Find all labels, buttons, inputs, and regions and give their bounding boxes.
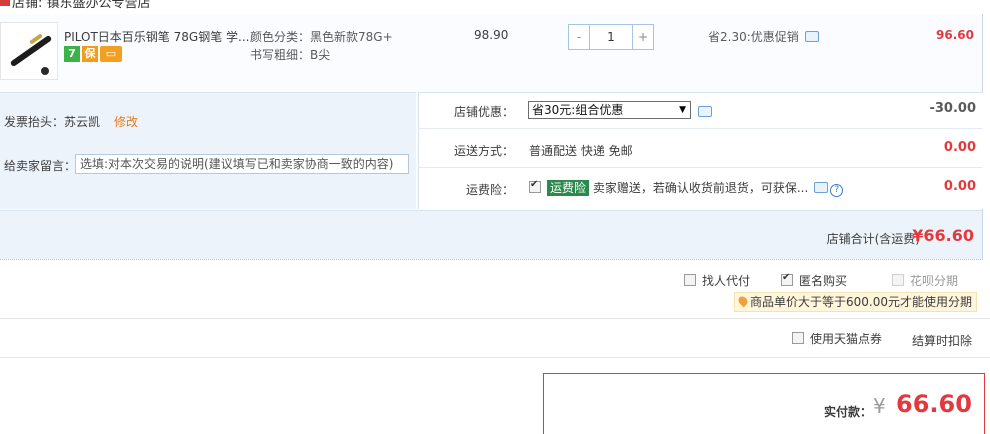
tmall-points-option[interactable]: 使用天猫点券 [792,330,882,347]
huabei-tip: 商品单价大于等于600.00元才能使用分期 [734,292,977,312]
dropdown-arrow-icon: ▼ [679,105,686,115]
payment-amount: 66.60 [896,390,972,418]
product-thumbnail[interactable] [0,22,58,80]
seller-message-input[interactable]: 选填:对本次交易的说明(建议填写已和卖家协商一致的内容) [75,154,409,174]
invoice-label: 发票抬头： [4,115,65,129]
insurance-desc: 卖家赠送，若确认收货前退货，可获保... [592,181,809,195]
insurance-tag: 运费险 [547,180,590,196]
section-divider [0,318,990,319]
chat-icon[interactable] [698,106,712,117]
qty-minus-button[interactable]: - [569,25,589,49]
payment-label: 实付款： [824,405,873,419]
shipping-amount: 0.00 [943,140,976,155]
huabei-option[interactable]: 花呗分期 [892,272,958,289]
tmall-points-checkbox[interactable] [792,332,804,344]
shipping-method: 普通配送 快递 免邮 [529,144,633,158]
help-icon[interactable]: ? [830,184,844,197]
shipping-label: 运送方式： [453,144,514,158]
ink-bottle-image [41,67,49,75]
huabei-tip-text: 商品单价大于等于600.00元才能使用分期 [750,295,972,309]
tmall-points-label: 使用天猫点券 [810,332,883,346]
shop-total-label: 店铺合计(含运费) [826,232,920,246]
chat-icon[interactable] [814,182,829,193]
guarantee-icon[interactable]: 保 [82,46,98,62]
insurance-checkbox[interactable] [529,179,541,193]
qty-input[interactable]: 1 [589,25,633,49]
credit-card-icon[interactable]: ▭ [100,46,122,62]
huabei-checkbox[interactable] [892,274,904,286]
shop-icon [0,0,10,6]
anonymous-option[interactable]: 匿名购买 [781,272,847,289]
product-title[interactable]: PILOT日本百乐钢笔 78G钢笔 学... [64,28,250,45]
unit-price: 98.90 [474,28,509,42]
message-label: 给卖家留言： [4,159,77,173]
row-divider [418,128,982,129]
service-badges: 7 保 ▭ [64,46,124,62]
insurance-amount: 0.00 [943,179,976,194]
proxy-pay-label: 找人代付 [702,274,751,288]
anonymous-checkbox[interactable] [781,272,793,286]
currency-symbol: ¥ [873,394,886,418]
invoice-name: 苏云凯 [64,115,101,129]
shop-discount-select[interactable]: 省30元:组合优惠 ▼ [528,101,691,119]
proxy-pay-option[interactable]: 找人代付 [684,272,750,289]
shop-total-value: ¥66.60 [912,226,974,245]
promo-text: 省2.30:优惠促销 [708,30,799,44]
proxy-pay-checkbox[interactable] [684,274,696,286]
row-divider [418,167,982,168]
shop-header: 店铺: 镇东盛办公专营店 [0,0,990,12]
shop-discount-label: 店铺优惠： [453,105,514,119]
invoice-row: 发票抬头：苏云凯 修改 [4,113,138,130]
quantity-stepper: -1 + [568,24,654,50]
item-row [0,14,982,90]
insurance-row: 运费险 卖家赠送，若确认收货前退货，可获保...? [529,179,844,197]
buyer-info-panel [0,92,416,209]
chat-icon[interactable] [804,31,819,42]
sku-nib: 书写粗细：B尖 [250,48,331,62]
shop-discount-selected: 省30元:组合优惠 [532,103,624,117]
section-divider [0,357,990,358]
huabei-label: 花呗分期 [910,274,959,288]
shop-name[interactable]: 店铺: 镇东盛办公专营店 [12,0,151,11]
anonymous-label: 匿名购买 [799,274,848,288]
shop-discount-amount: -30.00 [929,101,976,116]
sku-info: 颜色分类：黑色新款78G+ 书写粗细：B尖 [250,28,393,64]
qty-plus-button[interactable]: + [633,25,653,49]
sku-color: 颜色分类：黑色新款78G+ [250,30,393,44]
insurance-label: 运费险： [465,183,514,197]
points-note: 结算时扣除 [912,334,973,348]
location-pin-icon [736,294,750,308]
promo-info: 省2.30:优惠促销 [708,28,819,45]
invoice-edit-link[interactable]: 修改 [114,115,138,129]
line-total: 96.60 [936,28,974,42]
seven-day-return-icon[interactable]: 7 [64,46,80,62]
